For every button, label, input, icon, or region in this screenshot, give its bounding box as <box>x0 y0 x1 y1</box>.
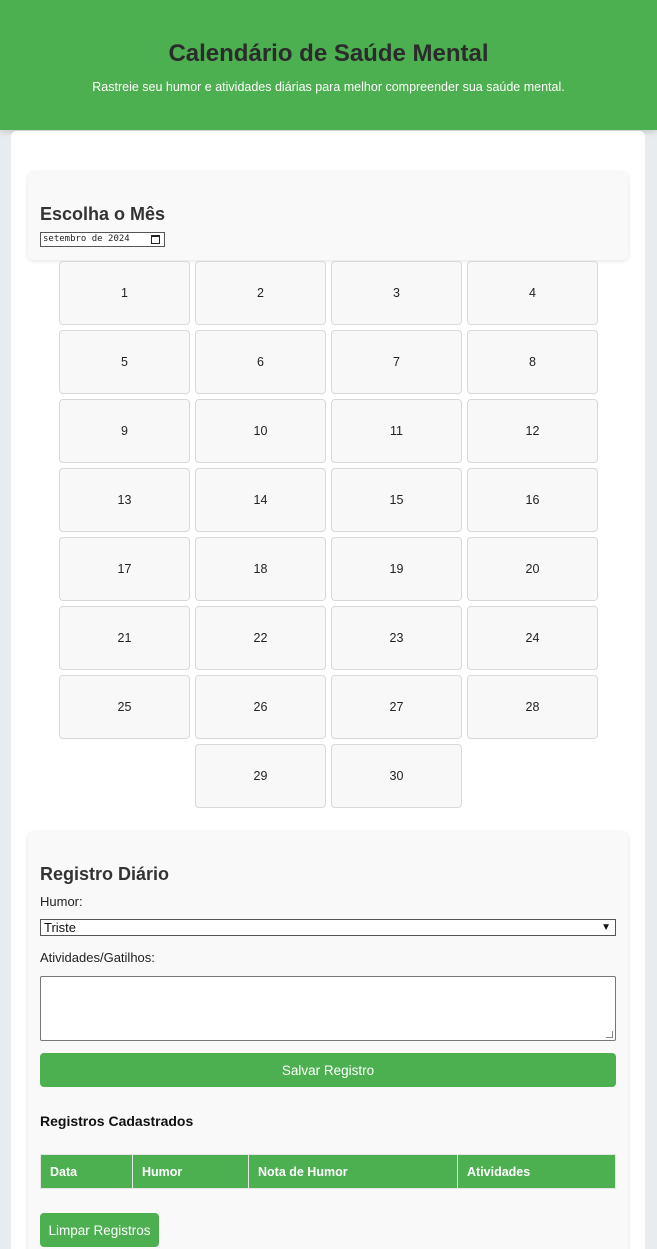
mood-select[interactable]: Triste ▼ <box>40 919 616 936</box>
calendar-day[interactable]: 20 <box>467 537 598 601</box>
records-table: Data Humor Nota de Humor Atividades <box>40 1154 616 1189</box>
calendar-day[interactable]: 1 <box>59 261 190 325</box>
calendar-grid: 1 2 3 4 5 6 7 8 9 10 11 12 13 14 15 16 17 18 19 20 21 22 23 24 2… <box>59 261 601 808</box>
calendar-day[interactable]: 25 <box>59 675 190 739</box>
calendar-day[interactable]: 17 <box>59 537 190 601</box>
calendar-day[interactable]: 27 <box>331 675 462 739</box>
calendar-day[interactable]: 2 <box>195 261 326 325</box>
month-input-value: setembro de 2024 <box>43 234 130 244</box>
calendar-day[interactable]: 23 <box>331 606 462 670</box>
calendar-day[interactable]: 9 <box>59 399 190 463</box>
records-table-header-row: Data Humor Nota de Humor Atividades <box>40 1154 616 1189</box>
calendar-day[interactable]: 7 <box>331 330 462 394</box>
calendar-day[interactable]: 21 <box>59 606 190 670</box>
daily-entry-panel: Registro Diário Humor: Triste ▼ Atividad… <box>28 832 628 1249</box>
activities-textarea[interactable] <box>40 976 616 1041</box>
calendar-day[interactable]: 6 <box>195 330 326 394</box>
calendar-day[interactable]: 3 <box>331 261 462 325</box>
page-header: Calendário de Saúde Mental Rastreie seu … <box>0 0 657 130</box>
calendar-day[interactable]: 11 <box>331 399 462 463</box>
activities-label: Atividades/Gatilhos: <box>40 950 155 965</box>
calendar-day[interactable]: 5 <box>59 330 190 394</box>
calendar-day[interactable]: 18 <box>195 537 326 601</box>
calendar-icon[interactable] <box>151 235 160 244</box>
column-header-humor: Humor <box>132 1154 249 1189</box>
calendar-day[interactable]: 13 <box>59 468 190 532</box>
month-input[interactable]: setembro de 2024 <box>40 232 165 247</box>
page-subtitle: Rastreie seu humor e atividades diárias … <box>92 80 565 94</box>
calendar-day[interactable]: 22 <box>195 606 326 670</box>
column-header-atividades: Atividades <box>457 1154 616 1189</box>
chevron-down-icon: ▼ <box>601 922 611 933</box>
calendar-day[interactable]: 16 <box>467 468 598 532</box>
calendar-day[interactable]: 30 <box>331 744 462 808</box>
resize-handle-icon[interactable] <box>606 1031 613 1038</box>
mood-label: Humor: <box>40 894 83 909</box>
calendar-day[interactable]: 10 <box>195 399 326 463</box>
calendar-day[interactable]: 8 <box>467 330 598 394</box>
mood-select-value: Triste <box>44 920 77 935</box>
save-entry-button[interactable]: Salvar Registro <box>40 1053 616 1087</box>
calendar-day[interactable]: 28 <box>467 675 598 739</box>
column-header-nota: Nota de Humor <box>248 1154 458 1189</box>
calendar-day[interactable]: 29 <box>195 744 326 808</box>
column-header-data: Data <box>40 1154 133 1189</box>
daily-entry-heading: Registro Diário <box>40 864 170 884</box>
calendar-day[interactable]: 12 <box>467 399 598 463</box>
calendar-day[interactable]: 14 <box>195 468 326 532</box>
main-container: Escolha o Mês setembro de 2024 123456789… <box>11 131 645 1249</box>
calendar-day[interactable]: 19 <box>331 537 462 601</box>
calendar-day[interactable]: 15 <box>331 468 462 532</box>
records-heading: Registros Cadastrados <box>40 1113 194 1129</box>
month-picker-heading: Escolha o Mês <box>40 204 166 224</box>
month-picker-panel: Escolha o Mês setembro de 2024 <box>28 172 628 260</box>
calendar-day[interactable]: 24 <box>467 606 598 670</box>
page-title: Calendário de Saúde Mental <box>168 40 489 67</box>
calendar-day[interactable]: 26 <box>195 675 326 739</box>
clear-records-button[interactable]: Limpar Registros <box>40 1213 159 1247</box>
calendar-day[interactable]: 4 <box>467 261 598 325</box>
